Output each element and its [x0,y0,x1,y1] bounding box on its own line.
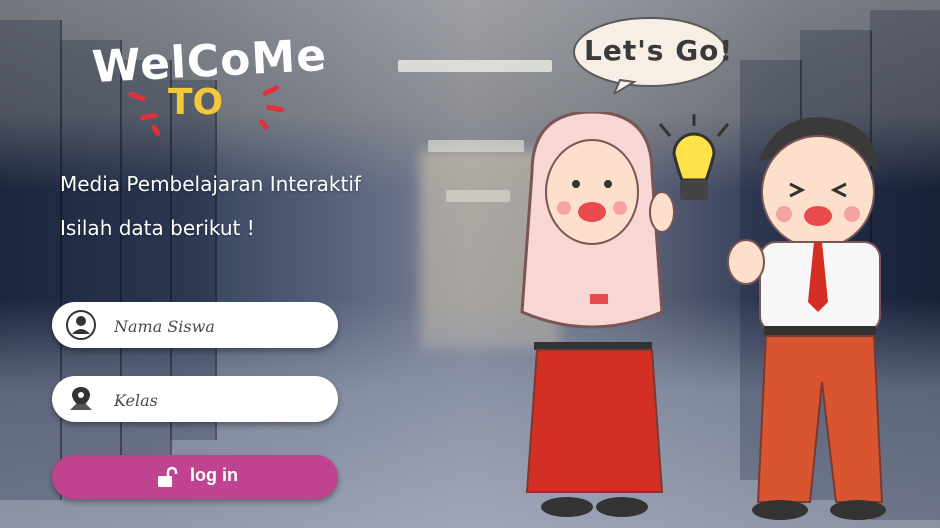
class-input[interactable] [112,376,326,424]
locker [0,20,62,500]
ceiling-lamp [428,140,524,152]
login-button[interactable]: log in [52,455,338,499]
user-icon [66,310,96,340]
login-label: log in [190,465,238,485]
ceiling-lamp [398,60,552,72]
name-input[interactable] [112,302,326,350]
boy-character [727,117,886,520]
to-title: TO [168,82,224,123]
map-pin-icon [70,387,92,410]
subtitle-media: Media Pembelajaran Interaktif [60,172,361,196]
login-screen: WelCoMe TO Media Pembelajaran Interaktif… [0,0,940,528]
name-field[interactable] [52,302,338,350]
unlock-icon [158,466,178,487]
subtitle-instruction: Isilah data berikut ! [60,216,255,240]
ceiling-lamp [446,190,510,202]
class-field[interactable] [52,376,338,424]
speech-bubble-text: Let's Go! [584,34,734,67]
